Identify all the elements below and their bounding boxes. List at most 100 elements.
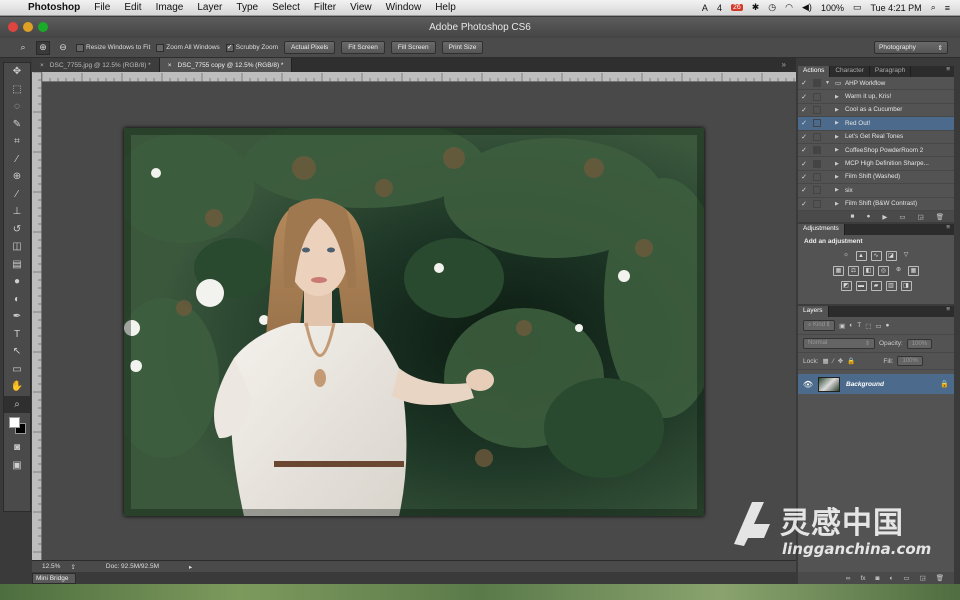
dialog-toggle-icon[interactable] xyxy=(813,172,821,181)
stop-icon[interactable]: ■ xyxy=(851,213,855,220)
tab-close-icon[interactable]: × xyxy=(168,62,172,69)
dialog-toggle-icon[interactable] xyxy=(813,92,821,101)
menu-file[interactable]: File xyxy=(94,2,110,13)
blend-mode-select[interactable]: Normal ⇕ xyxy=(803,338,875,349)
dialog-toggle-icon[interactable] xyxy=(813,105,821,114)
quick-mask-icon[interactable]: ◙ xyxy=(4,439,30,457)
pixel-filter-icon[interactable]: ▣ xyxy=(839,322,845,330)
canvas-area[interactable] xyxy=(42,82,796,560)
screen-mode-icon[interactable]: ▣ xyxy=(4,457,30,475)
panel-menu-icon[interactable]: ≡ xyxy=(942,224,954,235)
trash-icon[interactable]: 🗑 xyxy=(936,213,944,221)
zoom-window-button[interactable] xyxy=(38,22,48,32)
new-action-icon[interactable]: ◲ xyxy=(918,213,924,221)
dialog-toggle-icon[interactable] xyxy=(813,159,821,168)
layer-row[interactable]: 👁 Background 🔒 xyxy=(798,374,954,394)
tab-character[interactable]: Character xyxy=(830,66,870,77)
path-selection-tool[interactable]: ↖ xyxy=(4,343,30,361)
fit-screen-button[interactable]: Fit Screen xyxy=(341,41,385,54)
move-tool[interactable]: ✥ xyxy=(4,63,30,81)
expand-triangle-icon[interactable]: ▶ xyxy=(835,120,845,126)
expand-triangle-icon[interactable]: ▼ xyxy=(825,80,835,86)
zoom-all-windows-checkbox[interactable]: Zoom All Windows xyxy=(156,43,220,52)
horizontal-ruler[interactable] xyxy=(41,72,796,82)
expand-triangle-icon[interactable]: ▶ xyxy=(835,134,845,140)
toggle-check-icon[interactable]: ✓ xyxy=(798,200,810,208)
menu-filter[interactable]: Filter xyxy=(314,2,336,13)
adobe-icon[interactable]: A xyxy=(702,3,708,13)
channel-mixer-icon[interactable]: ⊛ xyxy=(893,266,904,276)
eyedropper-tool[interactable]: ⁄ xyxy=(4,151,30,169)
new-layer-icon[interactable]: ◲ xyxy=(920,574,926,582)
dialog-toggle-icon[interactable] xyxy=(813,199,821,208)
zoom-level[interactable]: 12.5% xyxy=(42,563,60,570)
workspace-select[interactable]: Photography ⇕ xyxy=(874,41,948,54)
panel-menu-icon[interactable]: ≡ xyxy=(942,306,954,317)
zoom-tool-preset-icon[interactable]: ⌕ xyxy=(16,41,30,55)
toggle-check-icon[interactable]: ✓ xyxy=(798,186,810,194)
volume-icon[interactable]: ◀) xyxy=(802,2,812,13)
tab-actions[interactable]: Actions xyxy=(798,66,831,77)
new-group-icon[interactable]: ▭ xyxy=(903,574,909,582)
expand-triangle-icon[interactable]: ▶ xyxy=(835,107,845,113)
tab-adjustments[interactable]: Adjustments xyxy=(798,224,845,235)
new-set-icon[interactable]: ▭ xyxy=(899,213,905,221)
dialog-toggle-icon[interactable] xyxy=(813,132,821,141)
lock-position-icon[interactable]: ✥ xyxy=(838,357,843,365)
gradient-map-icon[interactable]: ▥ xyxy=(885,281,897,291)
minimize-window-button[interactable] xyxy=(23,22,33,32)
action-row[interactable]: ✓ ▶ six xyxy=(798,184,954,198)
layer-name[interactable]: Background xyxy=(846,381,940,388)
lock-transparent-icon[interactable]: ▦ xyxy=(823,357,829,365)
blur-tool[interactable]: ● xyxy=(4,273,30,291)
menu-type[interactable]: Type xyxy=(236,2,258,13)
toggle-check-icon[interactable]: ✓ xyxy=(798,133,810,141)
lasso-tool[interactable]: ◌ xyxy=(4,98,30,116)
fill-input[interactable]: 100% xyxy=(897,356,923,366)
action-row[interactable]: ✓ ▶ Let's Get Real Tones xyxy=(798,131,954,144)
zoom-out-icon[interactable]: ⊖ xyxy=(56,41,70,55)
adjustment-filter-icon[interactable]: ◐ xyxy=(849,322,853,329)
battery-icon[interactable]: ▭ xyxy=(853,2,862,13)
action-row[interactable]: ✓ ▶ Warm it up, Kris! xyxy=(798,90,954,104)
layer-kind-select[interactable]: ⌕ Kind ⇕ xyxy=(803,320,836,331)
dialog-toggle-icon[interactable] xyxy=(813,79,821,88)
bluetooth-icon[interactable]: ✱ xyxy=(752,2,760,13)
opacity-input[interactable]: 100% xyxy=(906,338,933,349)
action-row[interactable]: ✓ ▶ Film Shift (Washed) xyxy=(798,171,954,185)
shape-tool[interactable]: ▭ xyxy=(4,361,30,379)
zoom-in-icon[interactable]: ⊕ xyxy=(36,40,50,55)
eraser-tool[interactable]: ◫ xyxy=(4,238,30,256)
dialog-toggle-icon[interactable] xyxy=(813,186,821,195)
toggle-check-icon[interactable]: ✓ xyxy=(798,93,810,101)
close-window-button[interactable] xyxy=(8,22,18,32)
zoom-tool[interactable]: ⌕ xyxy=(4,395,30,413)
expand-triangle-icon[interactable]: ▶ xyxy=(835,187,845,193)
tab-doc-2[interactable]: × DSC_7755 copy @ 12.5% (RGB/8) * xyxy=(159,58,293,72)
levels-icon[interactable]: ▲ xyxy=(855,251,867,261)
menu-image[interactable]: Image xyxy=(156,2,184,13)
actual-pixels-button[interactable]: Actual Pixels xyxy=(284,41,336,54)
trash-icon[interactable]: 🗑 xyxy=(936,574,944,582)
dialog-toggle-icon[interactable] xyxy=(813,119,821,128)
selective-color-icon[interactable]: ◨ xyxy=(900,281,912,291)
curves-icon[interactable]: ∿ xyxy=(870,251,882,261)
wifi-icon[interactable]: ◠ xyxy=(785,2,793,13)
toggle-check-icon[interactable]: ✓ xyxy=(798,119,810,127)
print-size-button[interactable]: Print Size xyxy=(441,41,484,54)
photo-filter-icon[interactable]: ◎ xyxy=(878,266,889,276)
type-filter-icon[interactable]: T xyxy=(857,322,861,329)
expand-triangle-icon[interactable]: ▶ xyxy=(835,147,845,153)
exposure-icon[interactable]: ◪ xyxy=(885,251,897,261)
toggle-check-icon[interactable]: ✓ xyxy=(798,79,810,87)
toggle-check-icon[interactable]: ✓ xyxy=(798,146,810,154)
record-icon[interactable]: ● xyxy=(866,213,870,220)
menu-help[interactable]: Help xyxy=(435,2,456,13)
quick-selection-tool[interactable]: ✎ xyxy=(4,116,30,134)
status-menu-arrow-icon[interactable]: ▸ xyxy=(189,563,192,571)
document-image[interactable] xyxy=(124,128,704,516)
status-export-icon[interactable]: ⇪ xyxy=(70,563,75,571)
expand-triangle-icon[interactable]: ▶ xyxy=(835,161,845,167)
color-balance-icon[interactable]: ⚖ xyxy=(848,266,859,276)
shape-filter-icon[interactable]: ⬚ xyxy=(865,322,871,330)
